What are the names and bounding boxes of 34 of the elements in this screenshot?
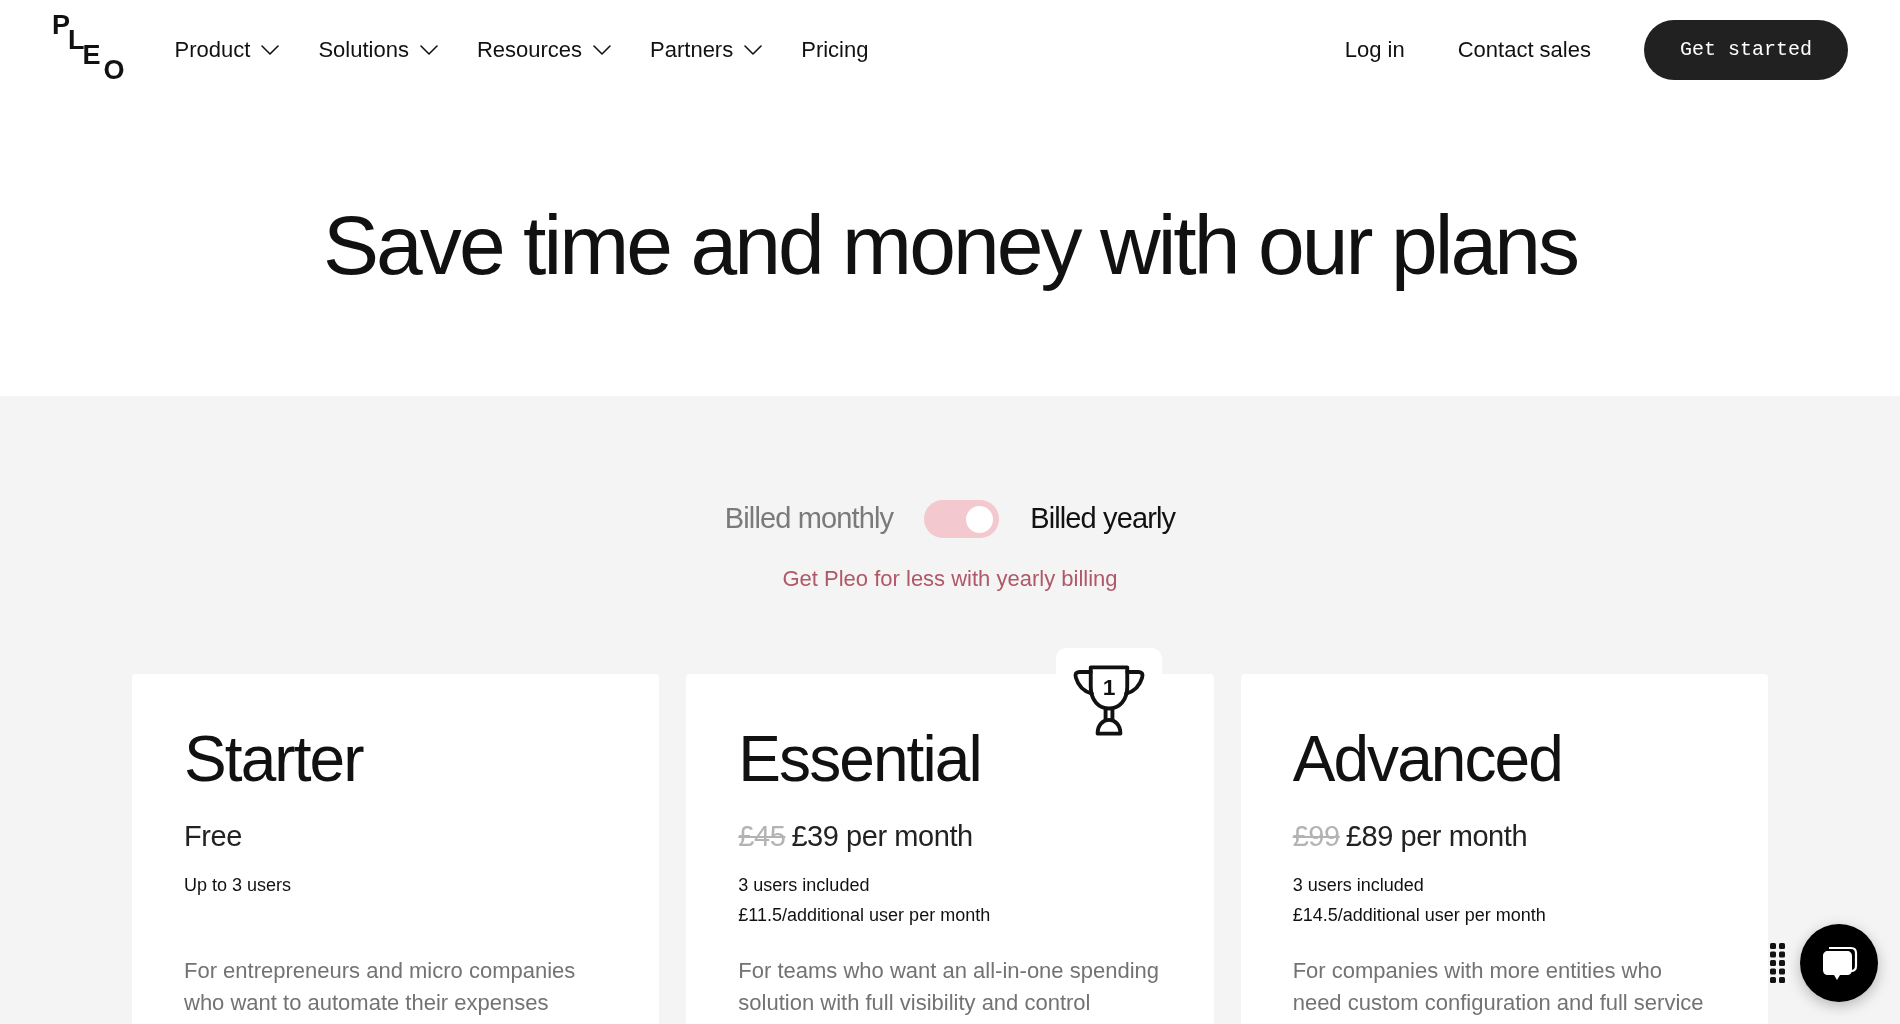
- plan-detail: Up to 3 users: [184, 874, 292, 897]
- plan-detail: 3 users included: [1292, 874, 1424, 897]
- plan-detail: 3 users included: [738, 874, 870, 897]
- plan-description: For companies with more entities who need custom configuration and full service: [1292, 957, 1704, 1017]
- billing-option-label: Billed yearly: [1030, 501, 1176, 537]
- plan-price: £89 per month: [1345, 819, 1528, 854]
- plan-description: For teams who want an all-in-one spending solution with full visibility and control: [738, 957, 1159, 1017]
- plan-name: Starter: [184, 727, 363, 791]
- nav-menu-item[interactable]: Solutions: [318, 31, 438, 69]
- drag-handle-icon[interactable]: [1770, 943, 1785, 984]
- nav-menu-item[interactable]: Resources: [476, 31, 612, 69]
- old-price: £99: [1292, 819, 1340, 854]
- logo[interactable]: PLEO: [52, 12, 123, 84]
- contact-sales-link[interactable]: Contact sales: [1457, 39, 1591, 61]
- nav-menu-item[interactable]: Product: [174, 31, 280, 69]
- old-price: £45: [738, 819, 786, 854]
- nav-link[interactable]: Pricing: [801, 31, 869, 69]
- plan-name: Advanced: [1292, 727, 1562, 791]
- chevron-down-icon: [419, 45, 438, 55]
- chevron-down-icon: [261, 45, 280, 55]
- billing-note: Get Pleo for less with yearly billing: [782, 566, 1118, 592]
- plan-name: Essential: [738, 727, 981, 791]
- billing-toggle[interactable]: [924, 500, 1000, 538]
- plan-detail: £11.5/additional user per month: [738, 904, 991, 927]
- billing-option-label: Billed monthly: [724, 501, 894, 537]
- nav-menu-item[interactable]: Partners: [650, 31, 763, 69]
- chevron-down-icon: [593, 45, 612, 55]
- plan-detail: £14.5/additional user per month: [1292, 904, 1546, 927]
- plan-price: £39 per month: [791, 819, 973, 854]
- chevron-down-icon: [744, 45, 763, 55]
- plan-description: For entrepreneurs and micro companies who want to automate their expenses: [184, 957, 576, 1017]
- login-link[interactable]: Log in: [1344, 39, 1405, 61]
- plan-price: Free: [184, 819, 242, 854]
- get-started-button[interactable]: Get started: [1643, 20, 1848, 80]
